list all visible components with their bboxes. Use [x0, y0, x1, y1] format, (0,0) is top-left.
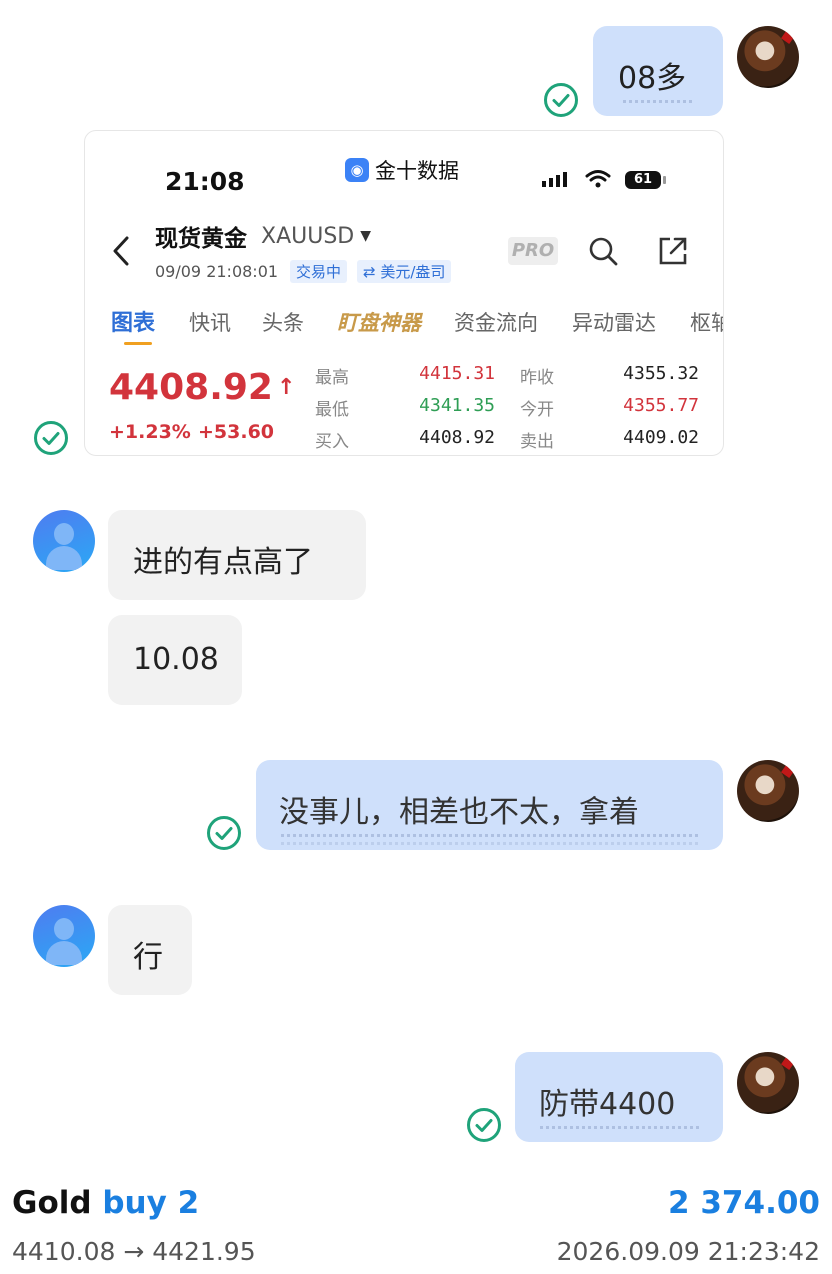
change-absolute: +53.60 [198, 421, 275, 443]
app-title: ◉ 金十数据 [345, 155, 459, 185]
stat-label-high: 最高 [315, 368, 349, 388]
message-bubble-other[interactable]: 进的有点高了 [108, 510, 366, 600]
search-icon[interactable] [587, 235, 619, 267]
battery-icon: 61 [625, 171, 661, 189]
share-icon[interactable] [657, 235, 689, 267]
trade-profit: 2 374.00 [668, 1185, 820, 1221]
tab-watch-tool[interactable]: 盯盘神器 [337, 307, 421, 337]
tab-bar: 图表 快讯 头条 盯盘神器 资金流向 异动雷达 枢轴 [111, 305, 723, 345]
message-text: 08多 [618, 61, 687, 96]
symbol-selector[interactable]: XAUUSD ▼ [261, 224, 371, 249]
blur-artifact [540, 1126, 700, 1129]
current-price: 4408.92 ↑ [109, 367, 295, 408]
symbol-code: XAUUSD [261, 223, 355, 249]
message-bubble-other[interactable]: 行 [108, 905, 192, 995]
price-value: 4408.92 [109, 367, 273, 408]
app-logo-icon: ◉ [345, 158, 369, 182]
signal-icon [542, 172, 567, 187]
status-time: 21:08 [165, 167, 245, 196]
tab-fund-flow[interactable]: 资金流向 [454, 307, 538, 337]
tab-flash[interactable]: 快讯 [189, 307, 231, 337]
tab-pivot[interactable]: 枢轴 [690, 307, 723, 337]
battery-level: 61 [633, 172, 653, 187]
stat-value-prev-close: 4355.32 [623, 363, 699, 384]
tab-chart[interactable]: 图表 [111, 305, 155, 337]
message-text: 行 [133, 940, 163, 975]
contact-avatar[interactable] [33, 905, 95, 967]
image-message-quote-screenshot[interactable]: 21:08 ◉ 金十数据 61 现货黄金 XAUUSD ▼ 09/09 21:0… [84, 130, 724, 456]
read-check-icon [467, 1108, 501, 1142]
status-tag-trading: 交易中 [290, 260, 348, 283]
pro-badge[interactable]: PRO [508, 237, 558, 265]
battery-tip [663, 176, 666, 184]
message-bubble-self[interactable]: 防带4400 [515, 1052, 723, 1142]
read-check-icon [207, 816, 241, 850]
wifi-icon [585, 170, 611, 188]
message-text: 进的有点高了 [133, 545, 313, 580]
stat-label-open: 今开 [520, 400, 554, 420]
trade-timestamp: 2026.09.09 21:23:42 [556, 1237, 820, 1266]
quote-datetime: 09/09 21:08:01 [155, 262, 279, 281]
tab-radar[interactable]: 异动雷达 [572, 307, 656, 337]
message-text: 10.08 [133, 642, 219, 677]
read-check-icon [544, 83, 578, 117]
message-text: 防带4400 [539, 1087, 676, 1122]
blur-artifact [281, 834, 701, 837]
stat-value-buy: 4408.92 [419, 427, 495, 448]
tab-headlines[interactable]: 头条 [262, 307, 304, 337]
dropdown-caret-icon: ▼ [360, 228, 372, 244]
stat-label-low: 最低 [315, 400, 349, 420]
up-arrow-icon: ↑ [276, 375, 296, 400]
stat-label-prev-close: 昨收 [520, 368, 554, 388]
message-bubble-self[interactable]: 没事儿，相差也不太，拿着 [256, 760, 723, 850]
stat-value-sell: 4409.02 [623, 427, 699, 448]
trade-price-range: 4410.08 → 4421.95 [12, 1237, 256, 1266]
stat-label-buy: 买入 [315, 432, 349, 452]
app-name: 金十数据 [375, 159, 459, 183]
stat-value-low: 4341.35 [419, 395, 495, 416]
trade-summary: Gold buy 2 2 374.00 4410.08 → 4421.95 20… [12, 1185, 820, 1270]
trade-side: buy 2 [102, 1185, 200, 1221]
instrument-name: 现货黄金 [155, 226, 247, 252]
instrument-title: 现货黄金 XAUUSD ▼ [155, 219, 371, 253]
tab-active-indicator [124, 342, 152, 345]
stat-value-open: 4355.77 [623, 395, 699, 416]
blur-artifact [281, 842, 701, 845]
contact-avatar[interactable] [33, 510, 95, 572]
stat-value-high: 4415.31 [419, 363, 495, 384]
self-avatar[interactable] [737, 1052, 799, 1114]
message-bubble-self[interactable]: 08多 [593, 26, 723, 116]
trade-asset: Gold [12, 1185, 92, 1221]
change-percent: +1.23% [109, 421, 191, 443]
read-check-icon [34, 421, 68, 455]
blur-artifact [623, 100, 693, 103]
message-bubble-other[interactable]: 10.08 [108, 615, 242, 705]
back-icon[interactable] [111, 235, 131, 267]
self-avatar[interactable] [737, 760, 799, 822]
currency-tag[interactable]: ⇄ 美元/盎司 [357, 260, 452, 283]
trade-title: Gold buy 2 [12, 1185, 199, 1221]
self-avatar[interactable] [737, 26, 799, 88]
message-text: 没事儿，相差也不太，拿着 [279, 795, 639, 830]
stat-label-sell: 卖出 [520, 432, 554, 452]
